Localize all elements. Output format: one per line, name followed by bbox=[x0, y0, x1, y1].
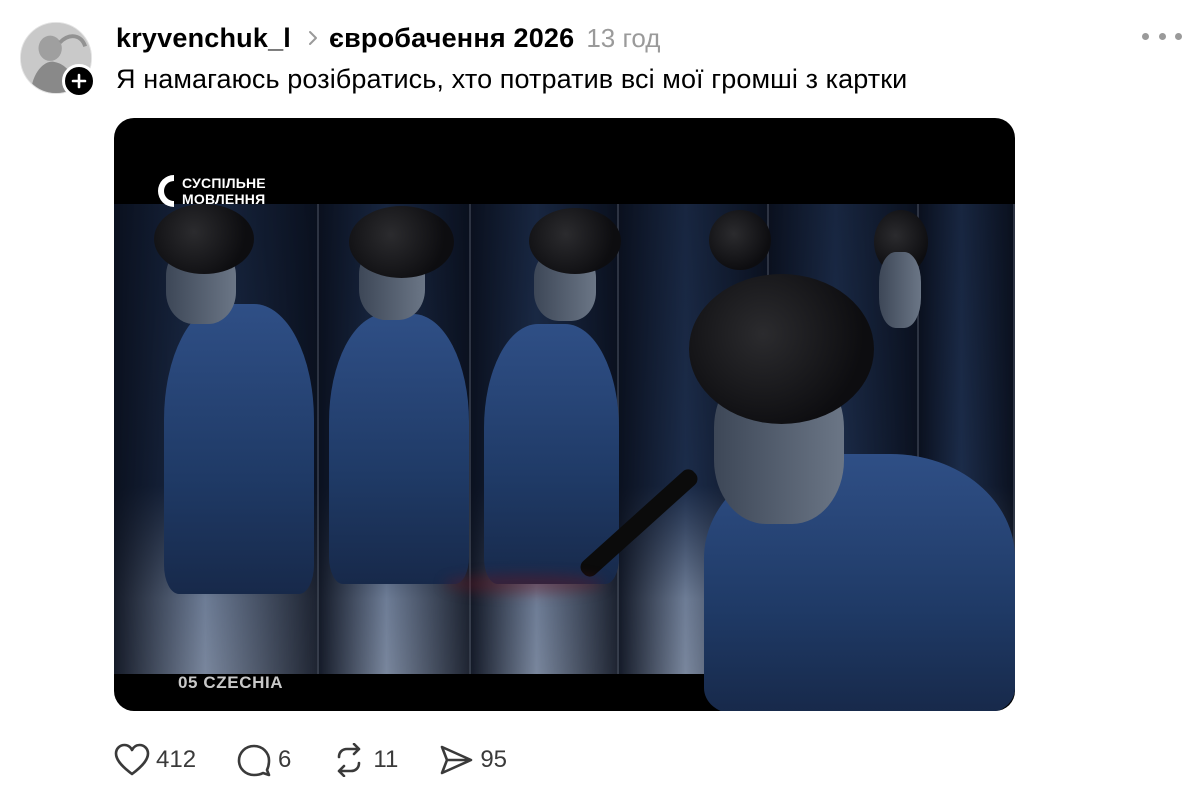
post-video[interactable]: СУСПІЛЬНЕ МОВЛЕННЯ 05 CZECHIA bbox=[114, 118, 1015, 711]
plus-icon bbox=[71, 73, 87, 89]
performer-reflection bbox=[484, 324, 619, 584]
performer-reflection bbox=[329, 314, 469, 584]
broadcaster-logo: СУСПІЛЬНЕ МОВЛЕННЯ bbox=[154, 173, 266, 209]
more-icon-dot bbox=[1142, 32, 1149, 40]
heart-icon bbox=[114, 743, 150, 776]
performer-reflection bbox=[164, 304, 314, 594]
floor-shadow bbox=[444, 574, 604, 594]
repost-count: 11 bbox=[373, 746, 399, 773]
more-button[interactable] bbox=[1142, 24, 1182, 48]
post-timestamp[interactable]: 13 год bbox=[586, 23, 660, 54]
like-button[interactable]: 412 bbox=[114, 743, 196, 777]
performer-reflection bbox=[709, 210, 771, 270]
comment-icon bbox=[237, 744, 271, 777]
performer-reflection bbox=[879, 252, 921, 328]
performer-reflection bbox=[154, 204, 254, 274]
broadcaster-logo-icon bbox=[158, 175, 174, 207]
post-actions: 412 6 11 95 bbox=[114, 740, 547, 780]
send-icon bbox=[441, 745, 473, 775]
performer-reflection bbox=[349, 206, 454, 278]
post-caption: Я намагаюсь розібратись, хто потратив вс… bbox=[116, 64, 908, 94]
repost-icon bbox=[338, 743, 361, 777]
more-icon-dot bbox=[1158, 32, 1166, 40]
follow-button[interactable] bbox=[62, 64, 96, 98]
share-count: 95 bbox=[480, 746, 508, 773]
reply-button[interactable]: 6 bbox=[236, 743, 291, 777]
performer-hair bbox=[689, 274, 874, 424]
topic-link[interactable]: євробачення 2026 bbox=[329, 23, 574, 54]
like-count: 412 bbox=[156, 746, 197, 773]
post-header: kryvenchuk_l євробачення 2026 13 год bbox=[116, 18, 660, 58]
thread-post: kryvenchuk_l євробачення 2026 13 год Я н… bbox=[0, 0, 1200, 796]
video-frame bbox=[114, 204, 1015, 711]
performer-reflection bbox=[529, 208, 621, 274]
country-caption: 05 CZECHIA bbox=[178, 673, 284, 692]
share-button[interactable]: 95 bbox=[438, 743, 507, 777]
more-icon-dot bbox=[1175, 32, 1182, 40]
chevron-right-icon bbox=[307, 29, 319, 47]
repost-button[interactable]: 11 bbox=[331, 743, 398, 777]
username-link[interactable]: kryvenchuk_l bbox=[116, 23, 291, 54]
broadcaster-name-line1: СУСПІЛЬНЕ bbox=[182, 175, 266, 191]
reply-count: 6 bbox=[278, 746, 292, 773]
broadcaster-name-line2: МОВЛЕННЯ bbox=[182, 191, 266, 207]
